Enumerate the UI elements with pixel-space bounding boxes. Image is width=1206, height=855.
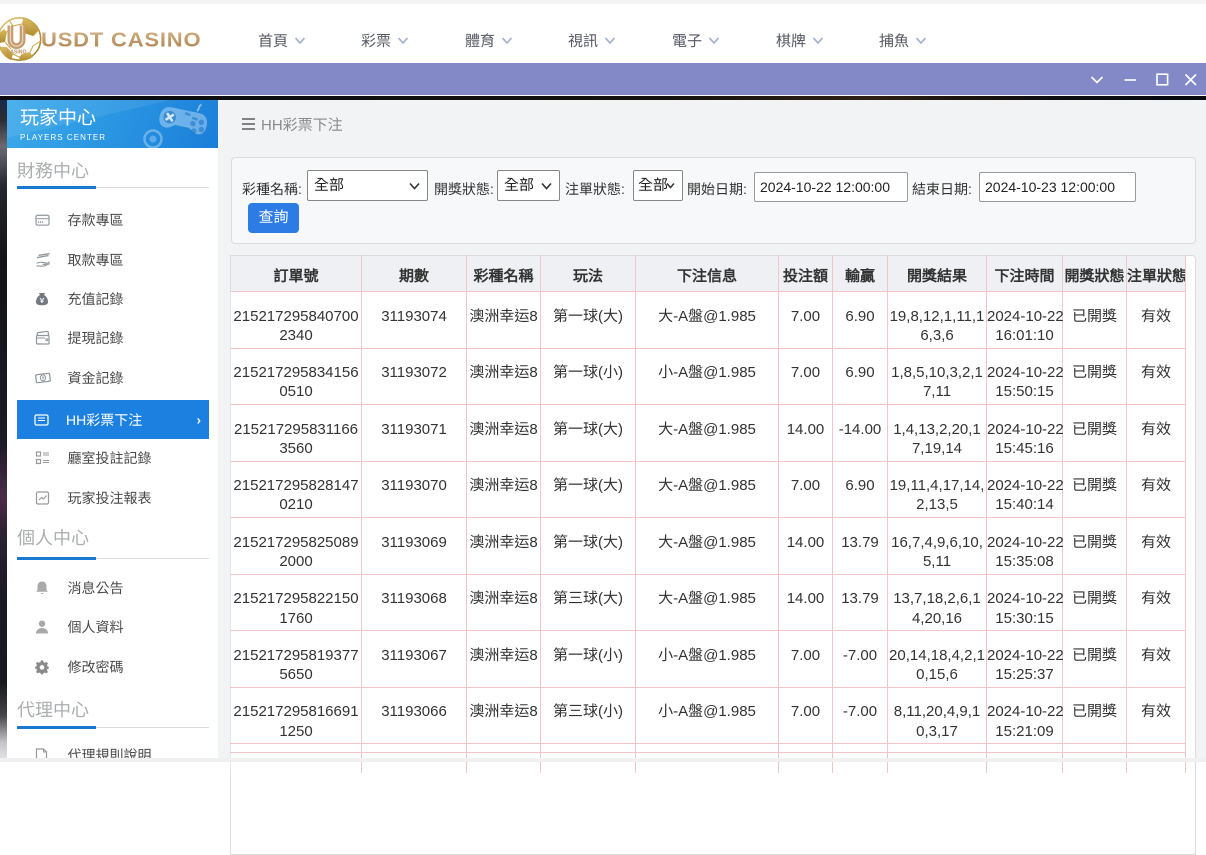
svg-text:CASINO: CASINO — [6, 50, 26, 56]
